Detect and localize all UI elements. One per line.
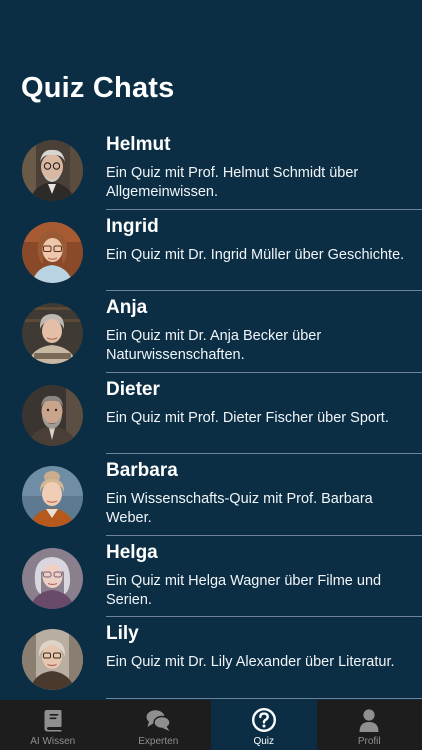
tab-quiz[interactable]: Quiz	[211, 700, 317, 750]
divider	[106, 697, 422, 699]
tab-label: AI Wissen	[30, 736, 76, 747]
bearded-man-avatar	[22, 384, 83, 446]
elderly-man-avatar	[22, 140, 83, 201]
chat-item-lily[interactable]: Lily Ein Quiz mit Dr. Lily Alexander übe…	[0, 617, 422, 699]
chat-item-helmut[interactable]: Helmut Ein Quiz mit Prof. Helmut Schmidt…	[0, 128, 422, 210]
chat-item-helga[interactable]: Helga Ein Quiz mit Helga Wagner über Fil…	[0, 536, 422, 617]
question-circle-icon	[251, 707, 276, 733]
chat-name: Helga	[106, 541, 158, 563]
tab-experten[interactable]: Experten	[106, 700, 212, 750]
chat-description: Ein Quiz mit Dr. Lily Alexander über Lit…	[106, 654, 395, 670]
chat-description: Ein Quiz mit Helga Wagner über Filme und…	[106, 572, 382, 608]
person-icon	[359, 709, 379, 732]
woman-library-avatar	[22, 629, 83, 690]
chat-name: Anja	[106, 297, 148, 318]
chat-name: Barbara	[106, 460, 178, 481]
chat-name: Dieter	[106, 378, 160, 400]
chat-name: Helmut	[106, 134, 171, 155]
chat-bubbles-icon	[146, 710, 171, 731]
tab-ai-wissen[interactable]: AI Wissen	[0, 700, 106, 750]
chat-description: Ein Quiz mit Dr. Ingrid Müller über Gesc…	[106, 246, 405, 263]
tab-label: Experten	[138, 736, 179, 747]
quiz-chats-screen: Quiz Chats Helmut Ein Quiz mit Prof. Hel…	[0, 0, 422, 750]
chat-name: Lily	[106, 623, 139, 644]
tab-bar: AI Wissen Experten Quiz Profil	[0, 700, 422, 750]
silver-haired-woman-avatar	[22, 547, 83, 609]
chat-description: Ein Wissenschafts-Quiz mit Prof. Barbara…	[106, 491, 373, 526]
chat-description: Ein Quiz mit Prof. Dieter Fischer über S…	[106, 409, 389, 426]
grey-haired-woman-avatar	[22, 303, 83, 364]
chat-item-dieter[interactable]: Dieter Ein Quiz mit Prof. Dieter Fischer…	[0, 373, 422, 454]
tab-label: Quiz	[253, 736, 275, 747]
chat-list: Helmut Ein Quiz mit Prof. Helmut Schmidt…	[0, 128, 422, 699]
chat-item-anja[interactable]: Anja Ein Quiz mit Dr. Anja Becker über N…	[0, 291, 422, 373]
tab-profil[interactable]: Profil	[317, 700, 422, 750]
woman-glasses-avatar	[22, 221, 83, 283]
chat-description: Ein Quiz mit Prof. Helmut Schmidt über A…	[106, 165, 359, 200]
page-title: Quiz Chats	[21, 72, 175, 104]
woman-updo-avatar	[22, 466, 83, 527]
book-icon	[44, 710, 62, 732]
tab-label: Profil	[357, 736, 381, 747]
chat-description: Ein Quiz mit Dr. Anja Becker über Naturw…	[106, 328, 322, 363]
chat-item-barbara[interactable]: Barbara Ein Wissenschafts-Quiz mit Prof.…	[0, 454, 422, 536]
chat-item-ingrid[interactable]: Ingrid Ein Quiz mit Dr. Ingrid Müller üb…	[0, 210, 422, 291]
chat-name: Ingrid	[106, 215, 159, 237]
